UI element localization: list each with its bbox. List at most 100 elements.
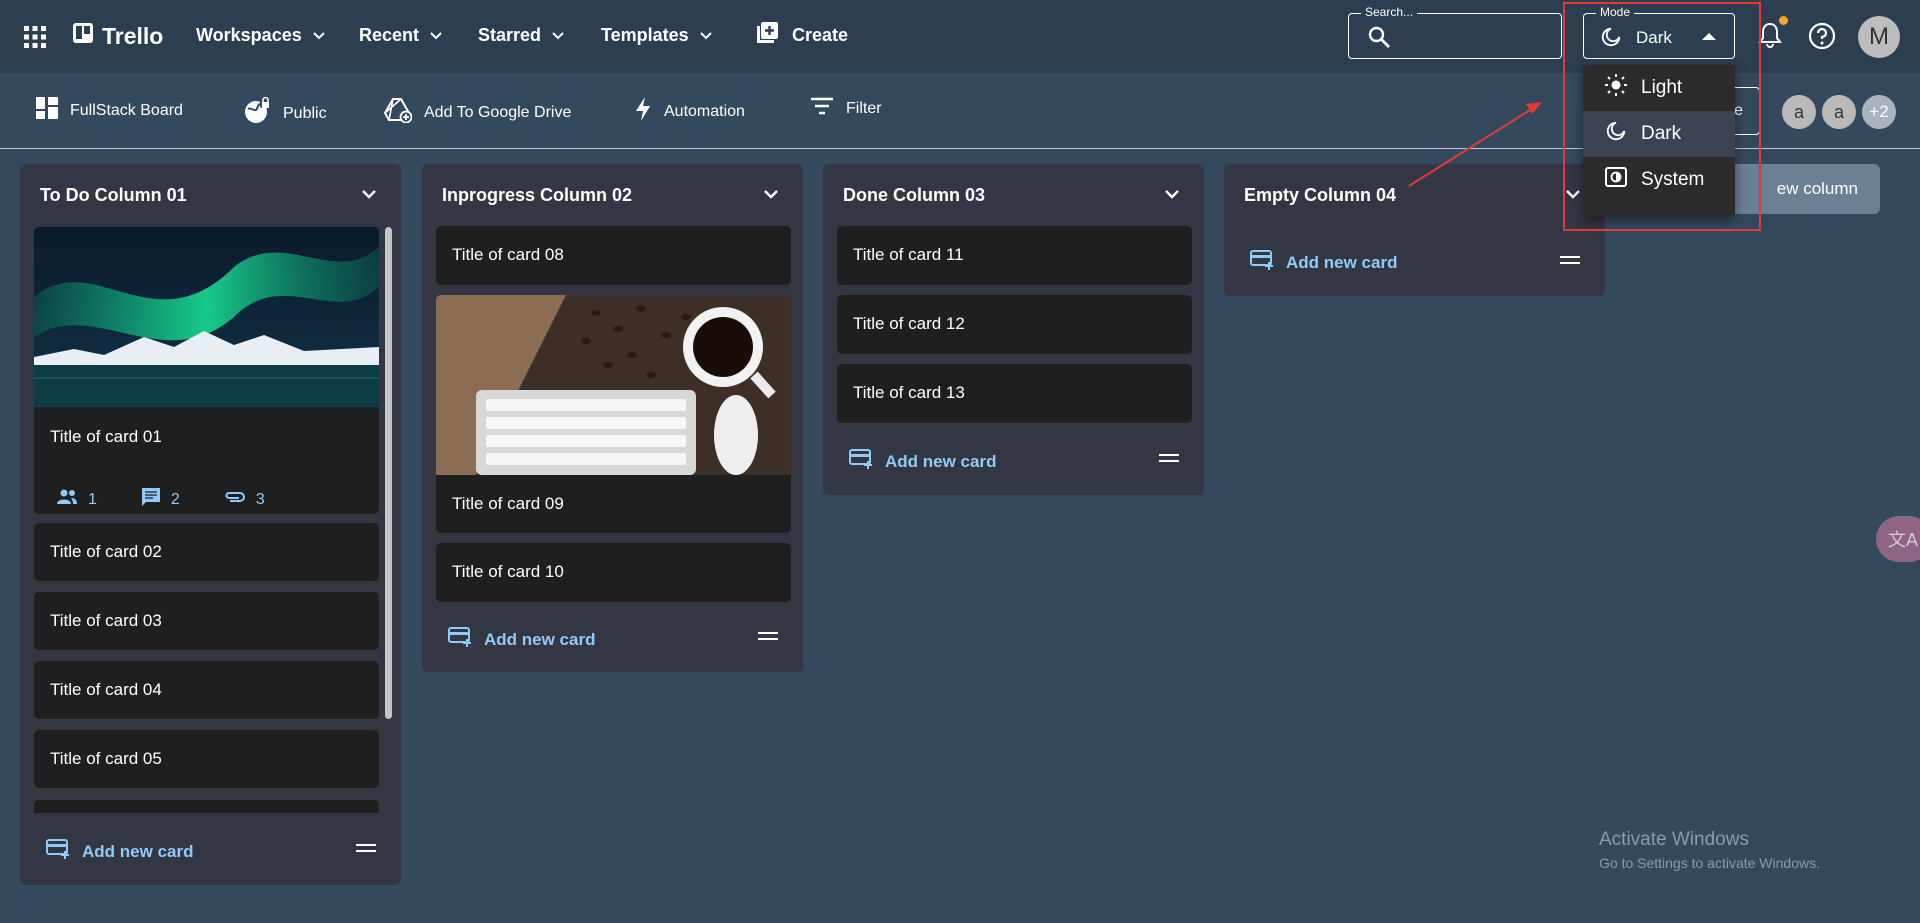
public-globe-icon: [243, 96, 271, 130]
help-icon[interactable]: [1808, 22, 1836, 55]
column-title: To Do Column 01: [40, 185, 187, 205]
nav-starred[interactable]: Starred: [478, 25, 567, 46]
card-title: Title of card 02: [50, 542, 162, 561]
card-members[interactable]: 1: [56, 487, 97, 512]
board-members: a a +2: [1780, 93, 1900, 131]
card-partial[interactable]: [34, 800, 379, 813]
comment-icon: [141, 487, 161, 512]
filter-icon: [810, 97, 834, 120]
watermark-line1: Activate Windows: [1599, 829, 1749, 850]
card[interactable]: Title of card 03: [34, 592, 379, 650]
card[interactable]: Title of card 02: [34, 523, 379, 581]
drag-handle-icon[interactable]: [1159, 454, 1179, 462]
nav-workspaces[interactable]: Workspaces: [196, 25, 328, 46]
board-column: Empty Column 04 Add new card: [1224, 164, 1605, 296]
card-with-cover[interactable]: Title of card 09: [436, 295, 791, 533]
translate-widget[interactable]: 文A: [1876, 516, 1920, 562]
card[interactable]: Title of card 13: [837, 364, 1192, 423]
apps-grid-icon[interactable]: [24, 26, 46, 53]
search-input[interactable]: [1403, 24, 1553, 50]
drag-handle-icon[interactable]: [758, 632, 778, 640]
card-title: Title of card 10: [452, 562, 564, 581]
visibility-chip[interactable]: Public: [243, 96, 327, 130]
add-column-label: ew column: [1776, 179, 1858, 198]
board-column: Done Column 03 Title of card 11 Title of…: [823, 164, 1204, 495]
card-attachments[interactable]: 3: [224, 487, 265, 512]
card-title: Title of card 09: [452, 494, 564, 513]
annotation-highlight-box: [1563, 2, 1761, 231]
add-to-drive-chip[interactable]: Add To Google Drive: [383, 97, 572, 128]
search-field[interactable]: Search...: [1348, 5, 1562, 59]
nav-templates[interactable]: Templates: [601, 25, 715, 46]
card[interactable]: Title of card 10: [436, 543, 791, 602]
chevron-down-icon: [430, 31, 442, 39]
add-card-button[interactable]: Add new card: [1250, 250, 1397, 275]
automation-chip[interactable]: Automation: [634, 97, 745, 126]
card[interactable]: Title of card 12: [837, 295, 1192, 354]
column-title: Done Column 03: [843, 185, 986, 205]
brand-logo[interactable]: Trello: [72, 22, 163, 50]
card-title: Title of card 03: [50, 611, 162, 630]
coffee-keyboard-cover-image: [436, 295, 791, 475]
board-column: To Do Column 01 Title of card 01 1 2 3 T…: [20, 164, 401, 885]
create-label: Create: [792, 25, 849, 45]
notifications-bell-icon[interactable]: [1758, 16, 1788, 53]
card-title: Title of card 08: [452, 245, 564, 264]
column-scrollbar[interactable]: [385, 227, 392, 719]
chevron-down-icon: [699, 31, 712, 39]
add-to-drive-icon: [383, 97, 413, 128]
card[interactable]: Title of card 04: [34, 661, 379, 719]
card-attachments-count: 3: [255, 490, 265, 508]
nav-recent[interactable]: Recent: [359, 25, 445, 46]
add-card-icon: [849, 449, 873, 474]
add-card-icon: [46, 839, 70, 864]
more-members-badge[interactable]: +2: [1860, 93, 1898, 131]
card-title: Title of card 05: [50, 749, 162, 768]
visibility-label: Public: [283, 104, 327, 122]
add-card-button[interactable]: Add new card: [849, 449, 996, 474]
card-title: Title of card 04: [50, 680, 162, 699]
column-menu-chevron-icon[interactable]: [761, 184, 781, 209]
add-to-drive-label: Add To Google Drive: [424, 103, 572, 121]
board-name: FullStack Board: [70, 101, 183, 119]
automation-label: Automation: [664, 102, 745, 120]
member-avatar[interactable]: a: [1820, 93, 1858, 131]
board-column: Inprogress Column 02 Title of card 08 Ti…: [422, 164, 803, 672]
card-with-cover[interactable]: Title of card 01 1 2 3: [34, 227, 379, 514]
watermark-line2: Go to Settings to activate Windows.: [1599, 855, 1820, 871]
board-name-chip[interactable]: FullStack Board: [36, 97, 183, 124]
aurora-cover-image: [34, 227, 379, 407]
nav-templates-label: Templates: [601, 25, 689, 45]
add-card-label: Add new card: [885, 451, 997, 471]
card-title: Title of card 13: [853, 383, 965, 402]
drag-handle-icon[interactable]: [1560, 256, 1580, 264]
card-title: Title of card 11: [853, 245, 964, 264]
brand-name: Trello: [102, 22, 164, 49]
library-add-icon: [756, 22, 778, 49]
card[interactable]: Title of card 08: [436, 226, 791, 285]
card-comments-count: 2: [170, 490, 180, 508]
trello-icon: [72, 22, 94, 50]
card[interactable]: Title of card 05: [34, 730, 379, 788]
card-title: Title of card 01: [50, 427, 162, 446]
member-avatar[interactable]: a: [1780, 93, 1818, 131]
filter-chip[interactable]: Filter: [810, 97, 882, 120]
search-icon: [1367, 25, 1391, 54]
user-avatar[interactable]: M: [1858, 16, 1900, 58]
add-card-button[interactable]: Add new card: [46, 839, 193, 864]
chevron-down-icon: [313, 31, 325, 39]
chevron-down-icon: [552, 31, 564, 39]
card[interactable]: Title of card 11: [837, 226, 1192, 285]
column-menu-chevron-icon[interactable]: [1162, 184, 1182, 209]
card-title: Title of card 12: [853, 314, 965, 333]
add-card-button[interactable]: Add new card: [448, 627, 595, 652]
drag-handle-icon[interactable]: [356, 844, 376, 852]
notification-dot: [1779, 16, 1788, 25]
column-menu-chevron-icon[interactable]: [359, 184, 379, 209]
people-icon: [56, 489, 78, 510]
column-title: Inprogress Column 02: [442, 185, 633, 205]
attachment-icon: [224, 490, 246, 509]
card-comments[interactable]: 2: [141, 487, 180, 512]
create-button[interactable]: Create: [756, 22, 848, 49]
add-card-icon: [1250, 250, 1274, 275]
